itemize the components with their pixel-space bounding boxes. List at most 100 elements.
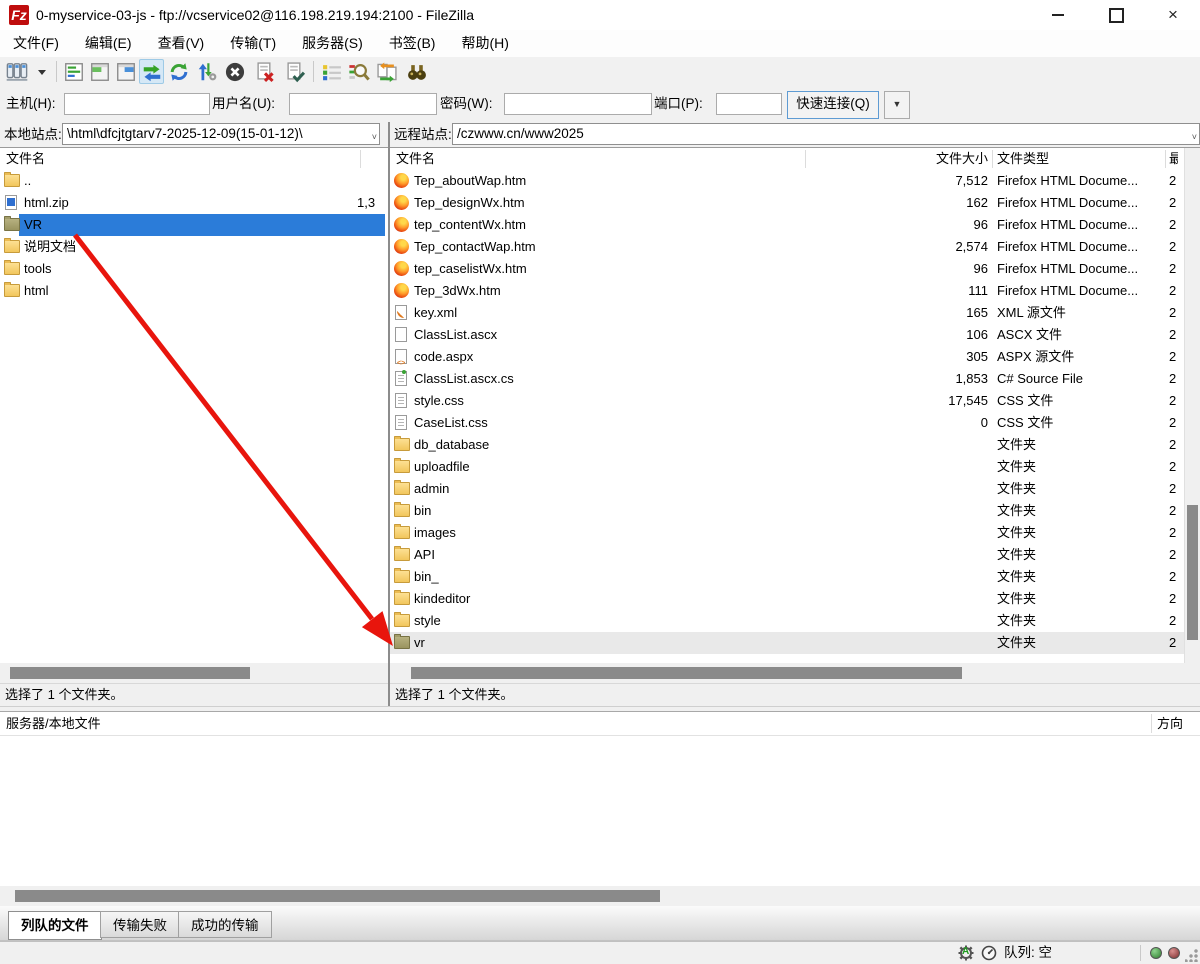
toggle-local-tree-button[interactable] (87, 59, 112, 84)
refresh-button[interactable] (166, 59, 191, 84)
file-type: ASCX 文件 (997, 324, 1062, 346)
remote-vscroll-thumb[interactable] (1187, 505, 1198, 640)
file-type: 文件夹 (997, 588, 1036, 610)
local-site-combo[interactable]: \html\dfcjtgtarv7-2025-12-09(15-01-12)\ … (62, 123, 380, 145)
site-manager-dropdown-button[interactable] (33, 59, 50, 84)
close-button[interactable]: × (1153, 0, 1193, 30)
local-file-row[interactable]: 说明文档 (0, 236, 388, 258)
remote-file-row[interactable]: db_database文件夹2 (390, 434, 1185, 456)
remote-file-row[interactable]: ClassList.ascx106ASCX 文件2 (390, 324, 1185, 346)
firefox-icon (394, 217, 409, 232)
tab-failed-transfers[interactable]: 传输失败 (100, 911, 180, 938)
remote-file-row[interactable]: admin文件夹2 (390, 478, 1185, 500)
queue-column-server-local-file[interactable]: 服务器/本地文件 (6, 712, 101, 735)
column-separator[interactable] (805, 150, 806, 168)
local-column-filename[interactable]: 文件名 (6, 148, 45, 170)
remote-file-row[interactable]: API文件夹2 (390, 544, 1185, 566)
local-file-row[interactable]: html.zip1,3 (0, 192, 388, 214)
remote-column-filesize[interactable]: 文件大小 (888, 148, 988, 170)
username-input[interactable] (289, 93, 437, 115)
remote-file-row[interactable]: uploadfile文件夹2 (390, 456, 1185, 478)
local-hscroll-thumb[interactable] (10, 667, 250, 679)
synchronized-browsing-button[interactable] (374, 59, 399, 84)
menu-item-view[interactable]: 查看(V) (145, 30, 218, 57)
remote-file-row[interactable]: code.aspx305ASPX 源文件2 (390, 346, 1185, 368)
remote-file-row[interactable]: kindeditor文件夹2 (390, 588, 1185, 610)
remote-column-filename[interactable]: 文件名 (396, 148, 435, 170)
remote-file-row[interactable]: key.xml165XML 源文件2 (390, 302, 1185, 324)
file-modified-clipped: 2 (1169, 610, 1178, 632)
remote-column-modified-clipped[interactable]: 最 (1169, 148, 1178, 170)
remote-file-row[interactable]: style.css17,545CSS 文件2 (390, 390, 1185, 412)
file-size: 96 (858, 258, 988, 280)
window-title: 0-myservice-03-js - ftp://vcservice02@11… (36, 0, 474, 30)
remote-hscrollbar[interactable] (390, 663, 1200, 683)
toggle-remote-tree-button[interactable] (113, 59, 138, 84)
column-separator[interactable] (1165, 150, 1166, 168)
queue-column-direction[interactable]: 方向 (1157, 712, 1183, 735)
folder-icon (394, 526, 410, 539)
remote-file-row[interactable]: vr文件夹2 (390, 632, 1185, 654)
file-name: Tep_contactWap.htm (414, 236, 536, 258)
menu-item-file[interactable]: 文件(F) (0, 30, 72, 57)
gear-auto-icon[interactable]: A (958, 945, 974, 961)
local-file-row[interactable]: html (0, 280, 388, 302)
quickconnect-dropdown-button[interactable]: ▼ (884, 91, 910, 119)
toggle-transfer-queue-button[interactable] (139, 59, 164, 84)
tab-successful-transfers[interactable]: 成功的传输 (178, 911, 272, 938)
remote-file-row[interactable]: Tep_designWx.htm162Firefox HTML Docume..… (390, 192, 1185, 214)
maximize-button[interactable] (1096, 0, 1136, 30)
file-size: 0 (858, 412, 988, 434)
remote-file-row[interactable]: bin文件夹2 (390, 500, 1185, 522)
remote-hscroll-thumb[interactable] (411, 667, 962, 679)
remote-file-row[interactable]: ClassList.ascx.cs1,853C# Source File2 (390, 368, 1185, 390)
remote-file-row[interactable]: bin_文件夹2 (390, 566, 1185, 588)
port-input[interactable] (716, 93, 782, 115)
remote-column-filetype[interactable]: 文件类型 (997, 148, 1049, 170)
file-name: style (414, 610, 441, 632)
local-file-row[interactable]: VR (0, 214, 388, 236)
menu-item-help[interactable]: 帮助(H) (448, 30, 521, 57)
remote-file-row[interactable]: style文件夹2 (390, 610, 1185, 632)
remote-file-row[interactable]: CaseList.css0CSS 文件2 (390, 412, 1185, 434)
cancel-operation-button[interactable] (222, 59, 247, 84)
file-type: CSS 文件 (997, 390, 1053, 412)
local-file-row[interactable]: .. (0, 170, 388, 192)
remote-file-row[interactable]: tep_contentWx.htm96Firefox HTML Docume..… (390, 214, 1185, 236)
remote-file-row[interactable]: Tep_contactWap.htm2,574Firefox HTML Docu… (390, 236, 1185, 258)
remote-site-combo[interactable]: /czwww.cn/www2025 ˅ (452, 123, 1200, 145)
column-separator[interactable] (992, 150, 993, 168)
file-modified-clipped: 2 (1169, 346, 1178, 368)
remove-failed-transfers-button[interactable] (252, 59, 277, 84)
queue-hscroll-thumb[interactable] (15, 890, 660, 902)
site-manager-button[interactable] (4, 59, 29, 84)
requeue-successful-button[interactable] (282, 59, 307, 84)
directory-comparison-button[interactable] (346, 59, 371, 84)
resize-grip-icon[interactable] (1185, 949, 1198, 962)
remote-file-row[interactable]: Tep_aboutWap.htm7,512Firefox HTML Docume… (390, 170, 1185, 192)
minimize-button[interactable] (1038, 0, 1078, 30)
filename-filters-button[interactable] (319, 59, 344, 84)
remote-vscrollbar[interactable] (1184, 148, 1200, 663)
local-hscrollbar[interactable] (0, 663, 388, 683)
quickconnect-button[interactable]: 快速连接(Q) (787, 91, 879, 119)
menu-item-edit[interactable]: 编辑(E) (72, 30, 145, 57)
find-files-button[interactable] (404, 59, 429, 84)
menu-item-bookmarks[interactable]: 书签(B) (376, 30, 449, 57)
column-separator[interactable] (360, 150, 361, 168)
speed-limit-icon[interactable] (981, 945, 997, 961)
process-queue-button[interactable] (194, 59, 219, 84)
remote-file-row[interactable]: images文件夹2 (390, 522, 1185, 544)
toggle-message-log-button[interactable] (61, 59, 86, 84)
menu-item-server[interactable]: 服务器(S) (289, 30, 376, 57)
remote-file-row[interactable]: tep_caselistWx.htm96Firefox HTML Docume.… (390, 258, 1185, 280)
file-name: uploadfile (414, 456, 470, 478)
column-separator[interactable] (1151, 714, 1152, 733)
local-file-row[interactable]: tools (0, 258, 388, 280)
remote-file-row[interactable]: Tep_3dWx.htm111Firefox HTML Docume...2 (390, 280, 1185, 302)
password-input[interactable] (504, 93, 652, 115)
menu-item-transfer[interactable]: 传输(T) (217, 30, 289, 57)
queue-hscrollbar[interactable] (0, 886, 1200, 906)
tab-queued-files[interactable]: 列队的文件 (8, 911, 102, 940)
host-input[interactable] (64, 93, 210, 115)
